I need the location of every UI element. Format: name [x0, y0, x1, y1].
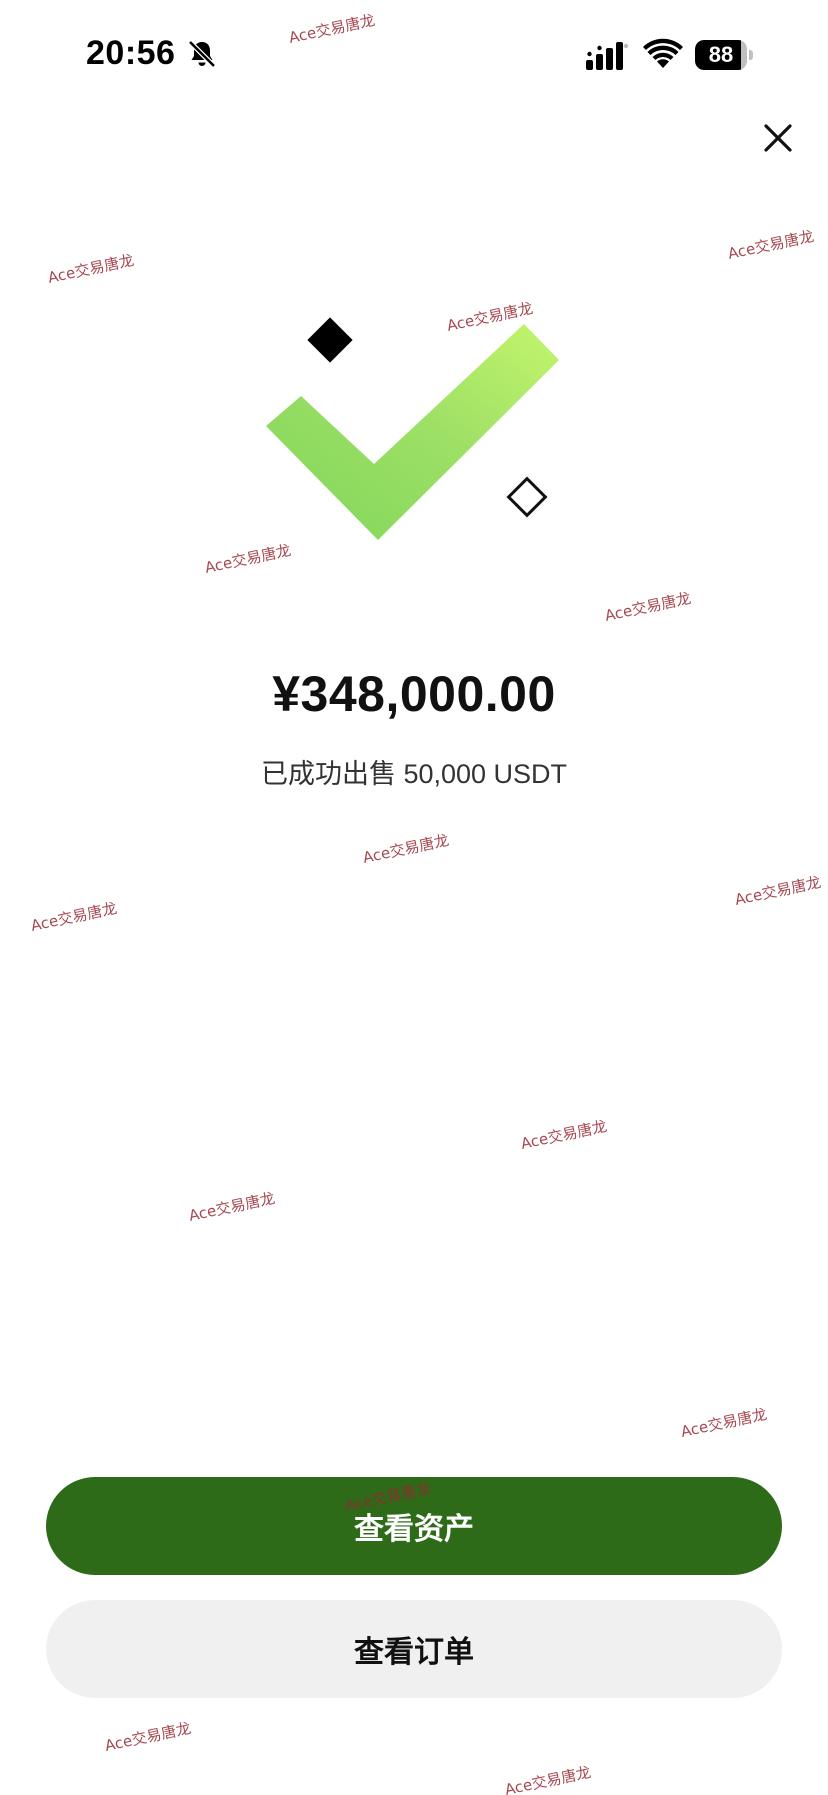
sale-description: 已成功出售 50,000 USDT — [260, 759, 568, 789]
amount-total: ¥348,000.00 — [272, 666, 556, 722]
battery-tip — [749, 50, 753, 60]
watermark: Ace交易唐龙 — [46, 251, 136, 287]
diamond-filled-icon — [307, 317, 353, 363]
battery-indicator: 88 — [695, 40, 753, 70]
watermark: Ace交易唐龙 — [603, 589, 693, 625]
view-assets-button[interactable]: 查看资产 — [46, 1477, 782, 1575]
watermark: Ace交易唐龙 — [361, 831, 451, 867]
watermark: Ace交易唐龙 — [519, 1117, 609, 1153]
status-bar: 20:56 88 — [0, 0, 828, 110]
watermark: Ace交易唐龙 — [187, 1189, 277, 1225]
status-time: 20:56 — [86, 34, 176, 72]
battery-body: 88 — [695, 40, 747, 70]
success-graphic — [266, 317, 559, 540]
wifi-icon — [643, 38, 683, 68]
watermark: Ace交易唐龙 — [733, 873, 823, 909]
watermark: Ace交易唐龙 — [103, 1719, 193, 1755]
close-icon[interactable] — [756, 116, 800, 160]
diamond-outline-icon — [506, 476, 548, 518]
cellular-signal-icon — [586, 42, 629, 70]
watermark: Ace交易唐龙 — [726, 227, 816, 263]
battery-level: 88 — [708, 42, 734, 67]
watermark: Ace交易唐龙 — [679, 1405, 769, 1441]
bell-slash-icon — [188, 40, 216, 68]
watermark: Ace交易唐龙 — [503, 1763, 593, 1795]
watermark: Ace交易唐龙 — [29, 899, 119, 935]
screen: 20:56 88 ¥348,000.00 已成功出售 50,000 USDT 查… — [0, 0, 828, 1795]
checkmark-icon — [266, 324, 559, 540]
view-orders-button[interactable]: 查看订单 — [46, 1600, 782, 1698]
